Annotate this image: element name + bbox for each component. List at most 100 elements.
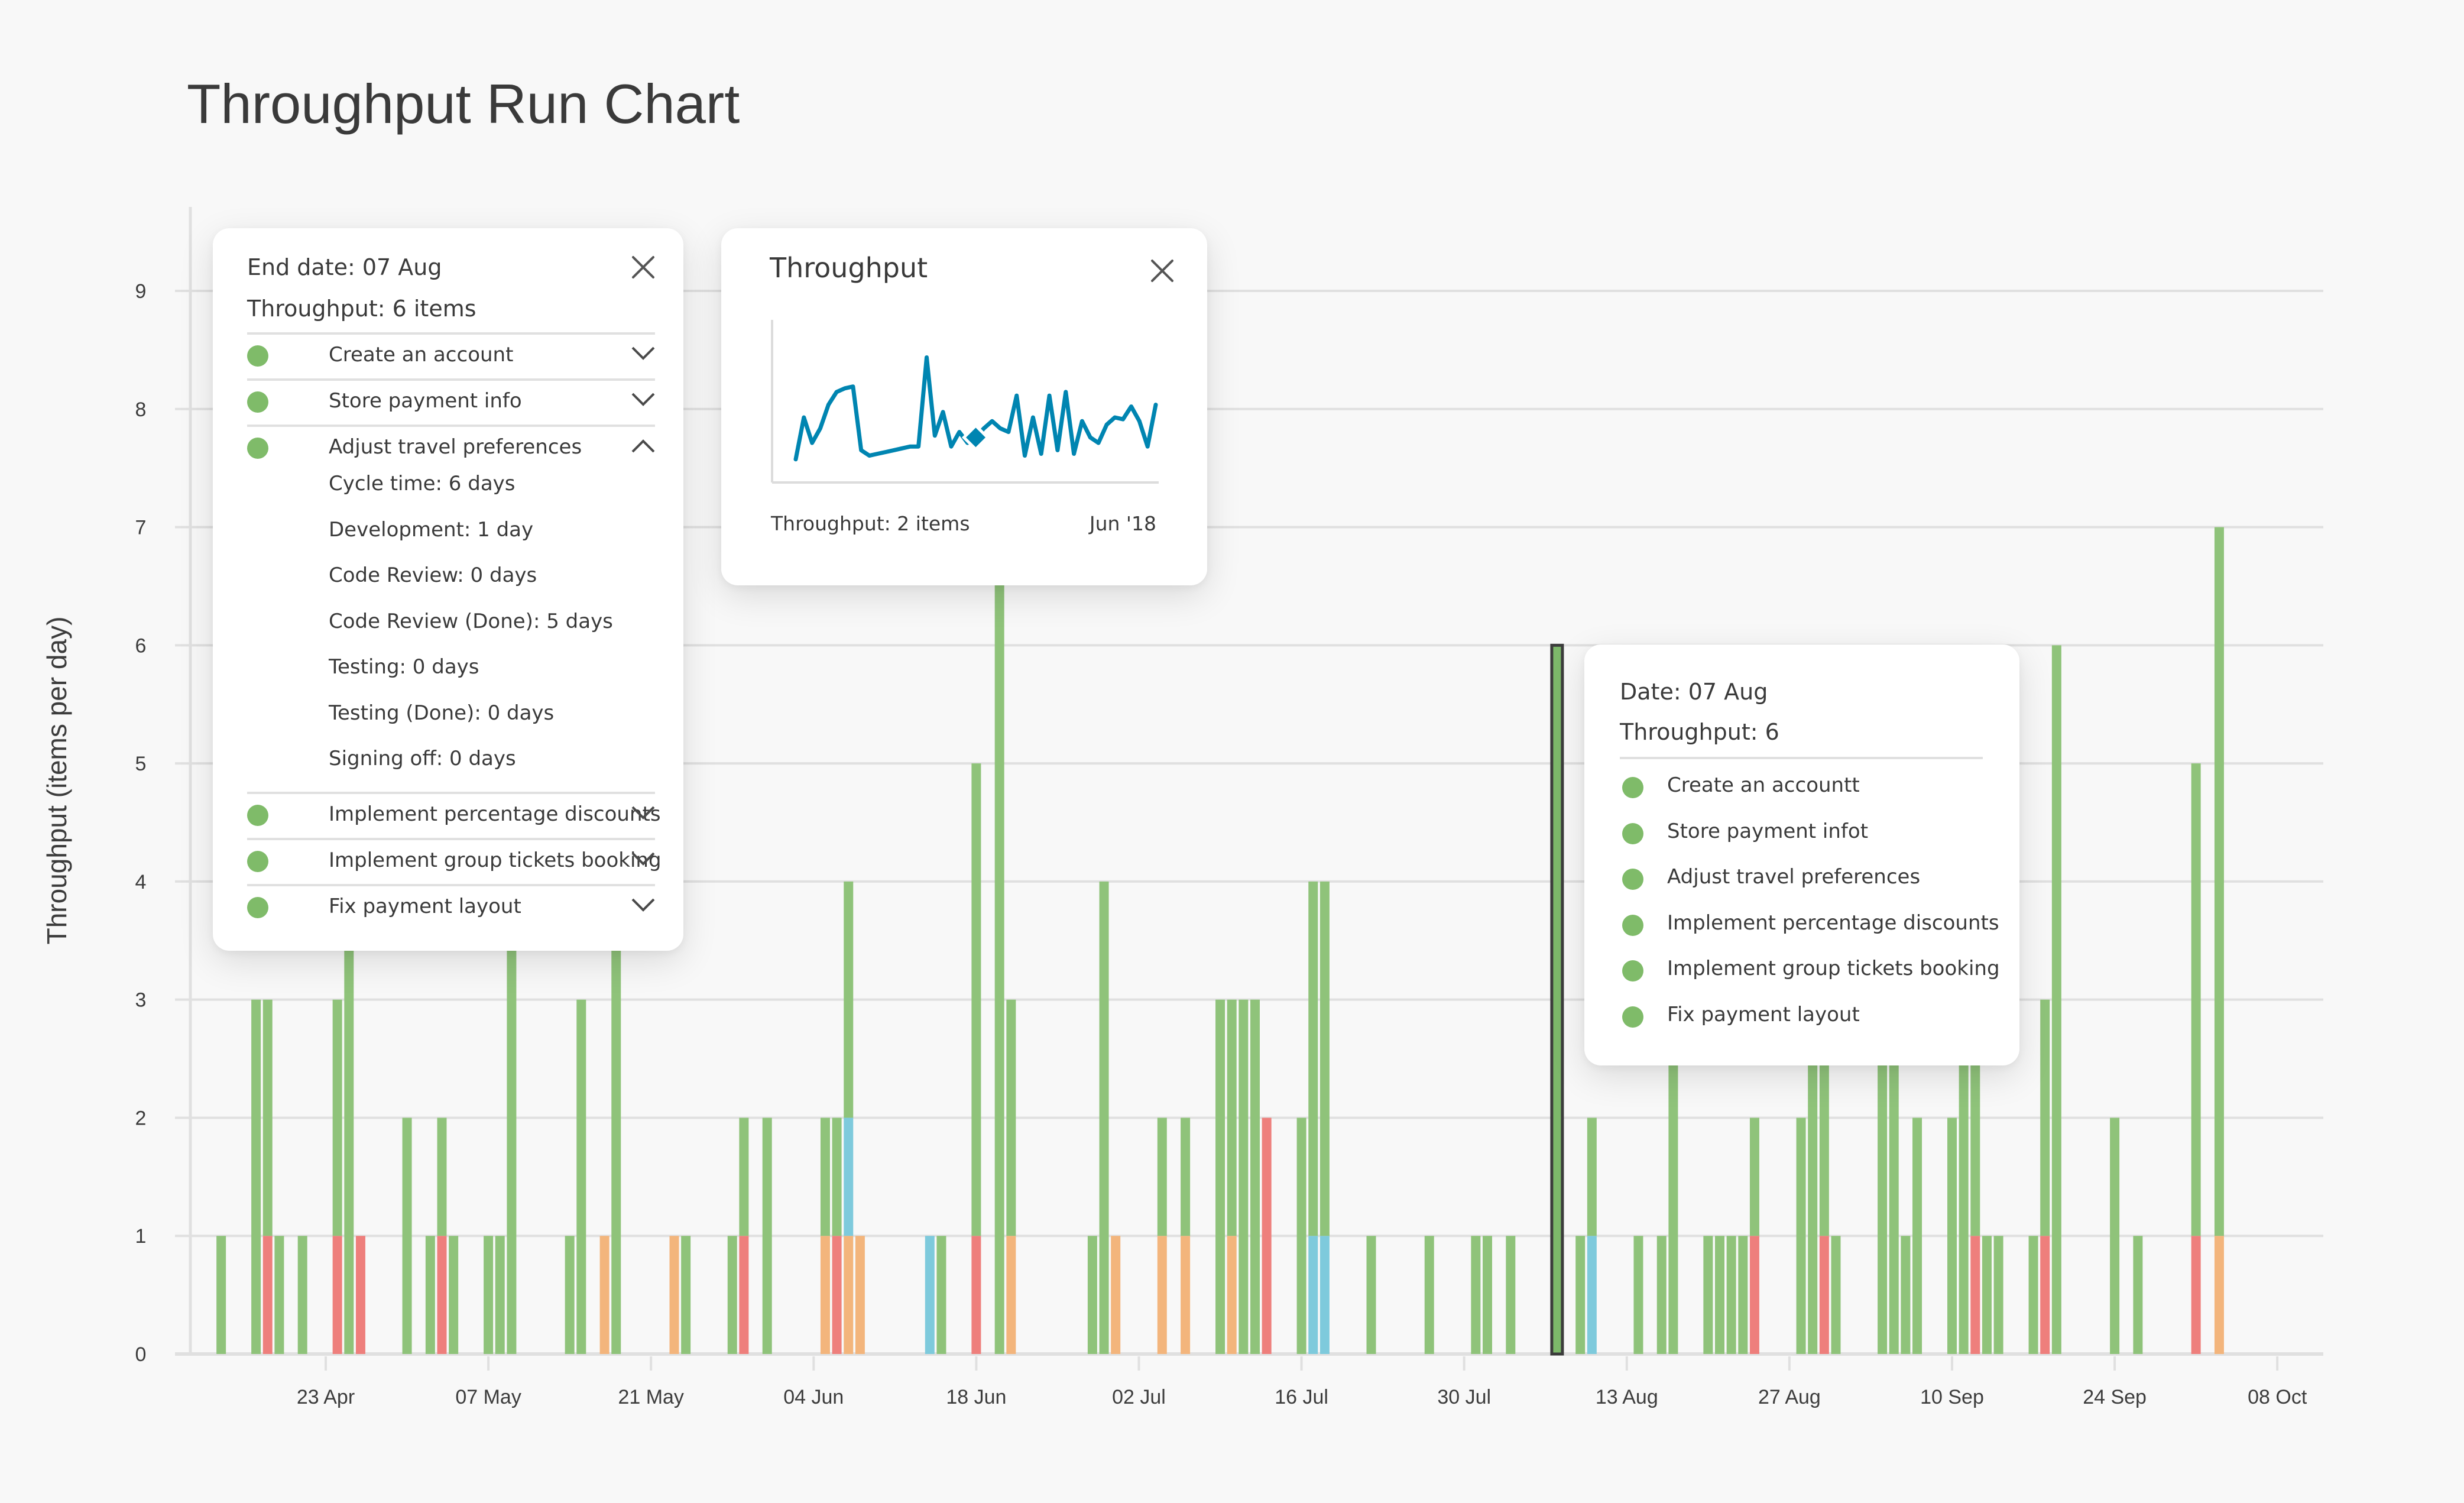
bar-segment-green[interactable]	[1912, 1117, 1922, 1354]
bar-segment-green[interactable]	[1901, 1236, 1911, 1354]
bar-segment-green[interactable]	[507, 881, 517, 1354]
bar[interactable]	[1424, 1236, 1434, 1354]
bar-segment-green[interactable]	[1633, 1236, 1643, 1354]
bar[interactable]	[820, 1117, 830, 1354]
bar-segment-green[interactable]	[1656, 1236, 1667, 1354]
bar-segment-green[interactable]	[1703, 1236, 1713, 1354]
bar-segment-orange[interactable]	[855, 1236, 865, 1354]
bar-segment-green[interactable]	[2051, 645, 2061, 1354]
bar-segment-green[interactable]	[762, 1117, 772, 1354]
bar[interactable]	[1262, 1117, 1272, 1354]
bar[interactable]	[1587, 1117, 1597, 1354]
bar-segment-green[interactable]	[1471, 1236, 1481, 1354]
bar[interactable]	[832, 1117, 842, 1354]
bar-segment-green[interactable]	[1575, 1236, 1586, 1354]
bar-segment-red[interactable]	[2040, 1236, 2050, 1354]
bar-segment-green[interactable]	[844, 881, 854, 1118]
bar[interactable]	[669, 1236, 679, 1354]
bar[interactable]	[1506, 1236, 1516, 1354]
bar-segment-green[interactable]	[1506, 1236, 1516, 1354]
bar-segment-green[interactable]	[936, 1236, 946, 1354]
bar-segment-red[interactable]	[437, 1236, 447, 1354]
bar[interactable]	[251, 999, 261, 1354]
bar[interactable]	[216, 1236, 226, 1354]
bar[interactable]	[344, 881, 354, 1354]
bar[interactable]	[599, 1236, 609, 1354]
bar-segment-red[interactable]	[355, 1236, 365, 1354]
bar[interactable]	[925, 1236, 935, 1354]
bar[interactable]	[484, 1236, 494, 1354]
bar-segment-green[interactable]	[495, 1236, 505, 1354]
bar[interactable]	[762, 1117, 772, 1354]
bar[interactable]	[1366, 1236, 1376, 1354]
bar[interactable]	[844, 881, 854, 1354]
bar-segment-orange[interactable]	[669, 1236, 679, 1354]
bar[interactable]	[1227, 999, 1237, 1354]
bar-segment-orange[interactable]	[844, 1236, 854, 1354]
bar-segment-green[interactable]	[739, 1117, 749, 1236]
work-item-row[interactable]: Create an account	[247, 335, 655, 380]
bar[interactable]	[1912, 1117, 1922, 1354]
bar-segment-green[interactable]	[2028, 1236, 2038, 1354]
bar[interactable]	[1471, 1236, 1481, 1354]
bar[interactable]	[1296, 1117, 1306, 1354]
bar[interactable]	[1947, 1117, 1957, 1354]
work-item-row[interactable]: Store payment info	[247, 381, 655, 426]
bar-segment-red[interactable]	[262, 1236, 273, 1354]
bar-segment-red[interactable]	[739, 1236, 749, 1354]
bar[interactable]	[1181, 1117, 1191, 1354]
bar-segment-orange[interactable]	[1006, 1236, 1016, 1354]
bar[interactable]	[1099, 881, 1109, 1354]
bar-segment-green[interactable]	[449, 1236, 459, 1354]
bar-segment-green[interactable]	[1424, 1236, 1434, 1354]
bar-segment-green[interactable]	[1947, 1117, 1957, 1354]
bar-segment-orange[interactable]	[599, 1236, 609, 1354]
bar-segment-orange[interactable]	[1227, 1236, 1237, 1354]
bar[interactable]	[994, 527, 1004, 1354]
bar-segment-green[interactable]	[2191, 763, 2201, 1236]
bar[interactable]	[1901, 1236, 1911, 1354]
bar[interactable]	[1982, 1236, 1992, 1354]
bar-segment-green[interactable]	[251, 999, 261, 1354]
bar[interactable]	[274, 1236, 284, 1354]
bar[interactable]	[332, 999, 342, 1354]
bar[interactable]	[1633, 1236, 1643, 1354]
bar-segment-green[interactable]	[262, 999, 273, 1236]
work-item-row[interactable]: Implement group tickets booking	[247, 840, 662, 885]
bar-segment-red[interactable]	[1262, 1117, 1272, 1354]
bar-segment-green[interactable]	[297, 1236, 307, 1354]
bar[interactable]	[1239, 999, 1249, 1354]
bar[interactable]	[1796, 1117, 1806, 1354]
bar[interactable]	[1006, 999, 1016, 1354]
bar-segment-green[interactable]	[1087, 1236, 1097, 1354]
bar[interactable]	[1250, 999, 1260, 1354]
chevron-up-icon[interactable]	[631, 439, 655, 453]
bar-segment-green[interactable]	[576, 999, 586, 1354]
bar-segment-green[interactable]	[1099, 881, 1109, 1354]
bar[interactable]	[971, 763, 981, 1354]
bar-segment-green[interactable]	[832, 1117, 842, 1236]
bar[interactable]	[936, 1236, 946, 1354]
bar-segment-green[interactable]	[1250, 999, 1260, 1354]
bar-segment-green[interactable]	[1296, 1117, 1306, 1354]
bar[interactable]	[2040, 999, 2050, 1354]
chevron-down-icon[interactable]	[631, 898, 655, 912]
bar-segment-green[interactable]	[1726, 1236, 1736, 1354]
bar-segment-green[interactable]	[425, 1236, 435, 1354]
bar[interactable]	[1319, 881, 1330, 1354]
bar[interactable]	[1087, 1236, 1097, 1354]
bar-segment-green[interactable]	[565, 1236, 575, 1354]
bar[interactable]	[1483, 1236, 1492, 1354]
bar[interactable]	[495, 1236, 505, 1354]
bar-segment-green[interactable]	[1215, 999, 1225, 1354]
bar-segment-green[interactable]	[820, 1117, 830, 1236]
close-icon[interactable]	[630, 254, 656, 280]
bar[interactable]	[2214, 527, 2224, 1354]
bar-segment-green[interactable]	[484, 1236, 494, 1354]
bar-segment-green[interactable]	[1715, 1236, 1724, 1354]
bar-segment-blue[interactable]	[1308, 1236, 1318, 1354]
bar[interactable]	[1215, 999, 1225, 1354]
bar-segment-green[interactable]	[1483, 1236, 1492, 1354]
bar-segment-red[interactable]	[332, 1236, 342, 1354]
bar[interactable]	[437, 1117, 447, 1354]
